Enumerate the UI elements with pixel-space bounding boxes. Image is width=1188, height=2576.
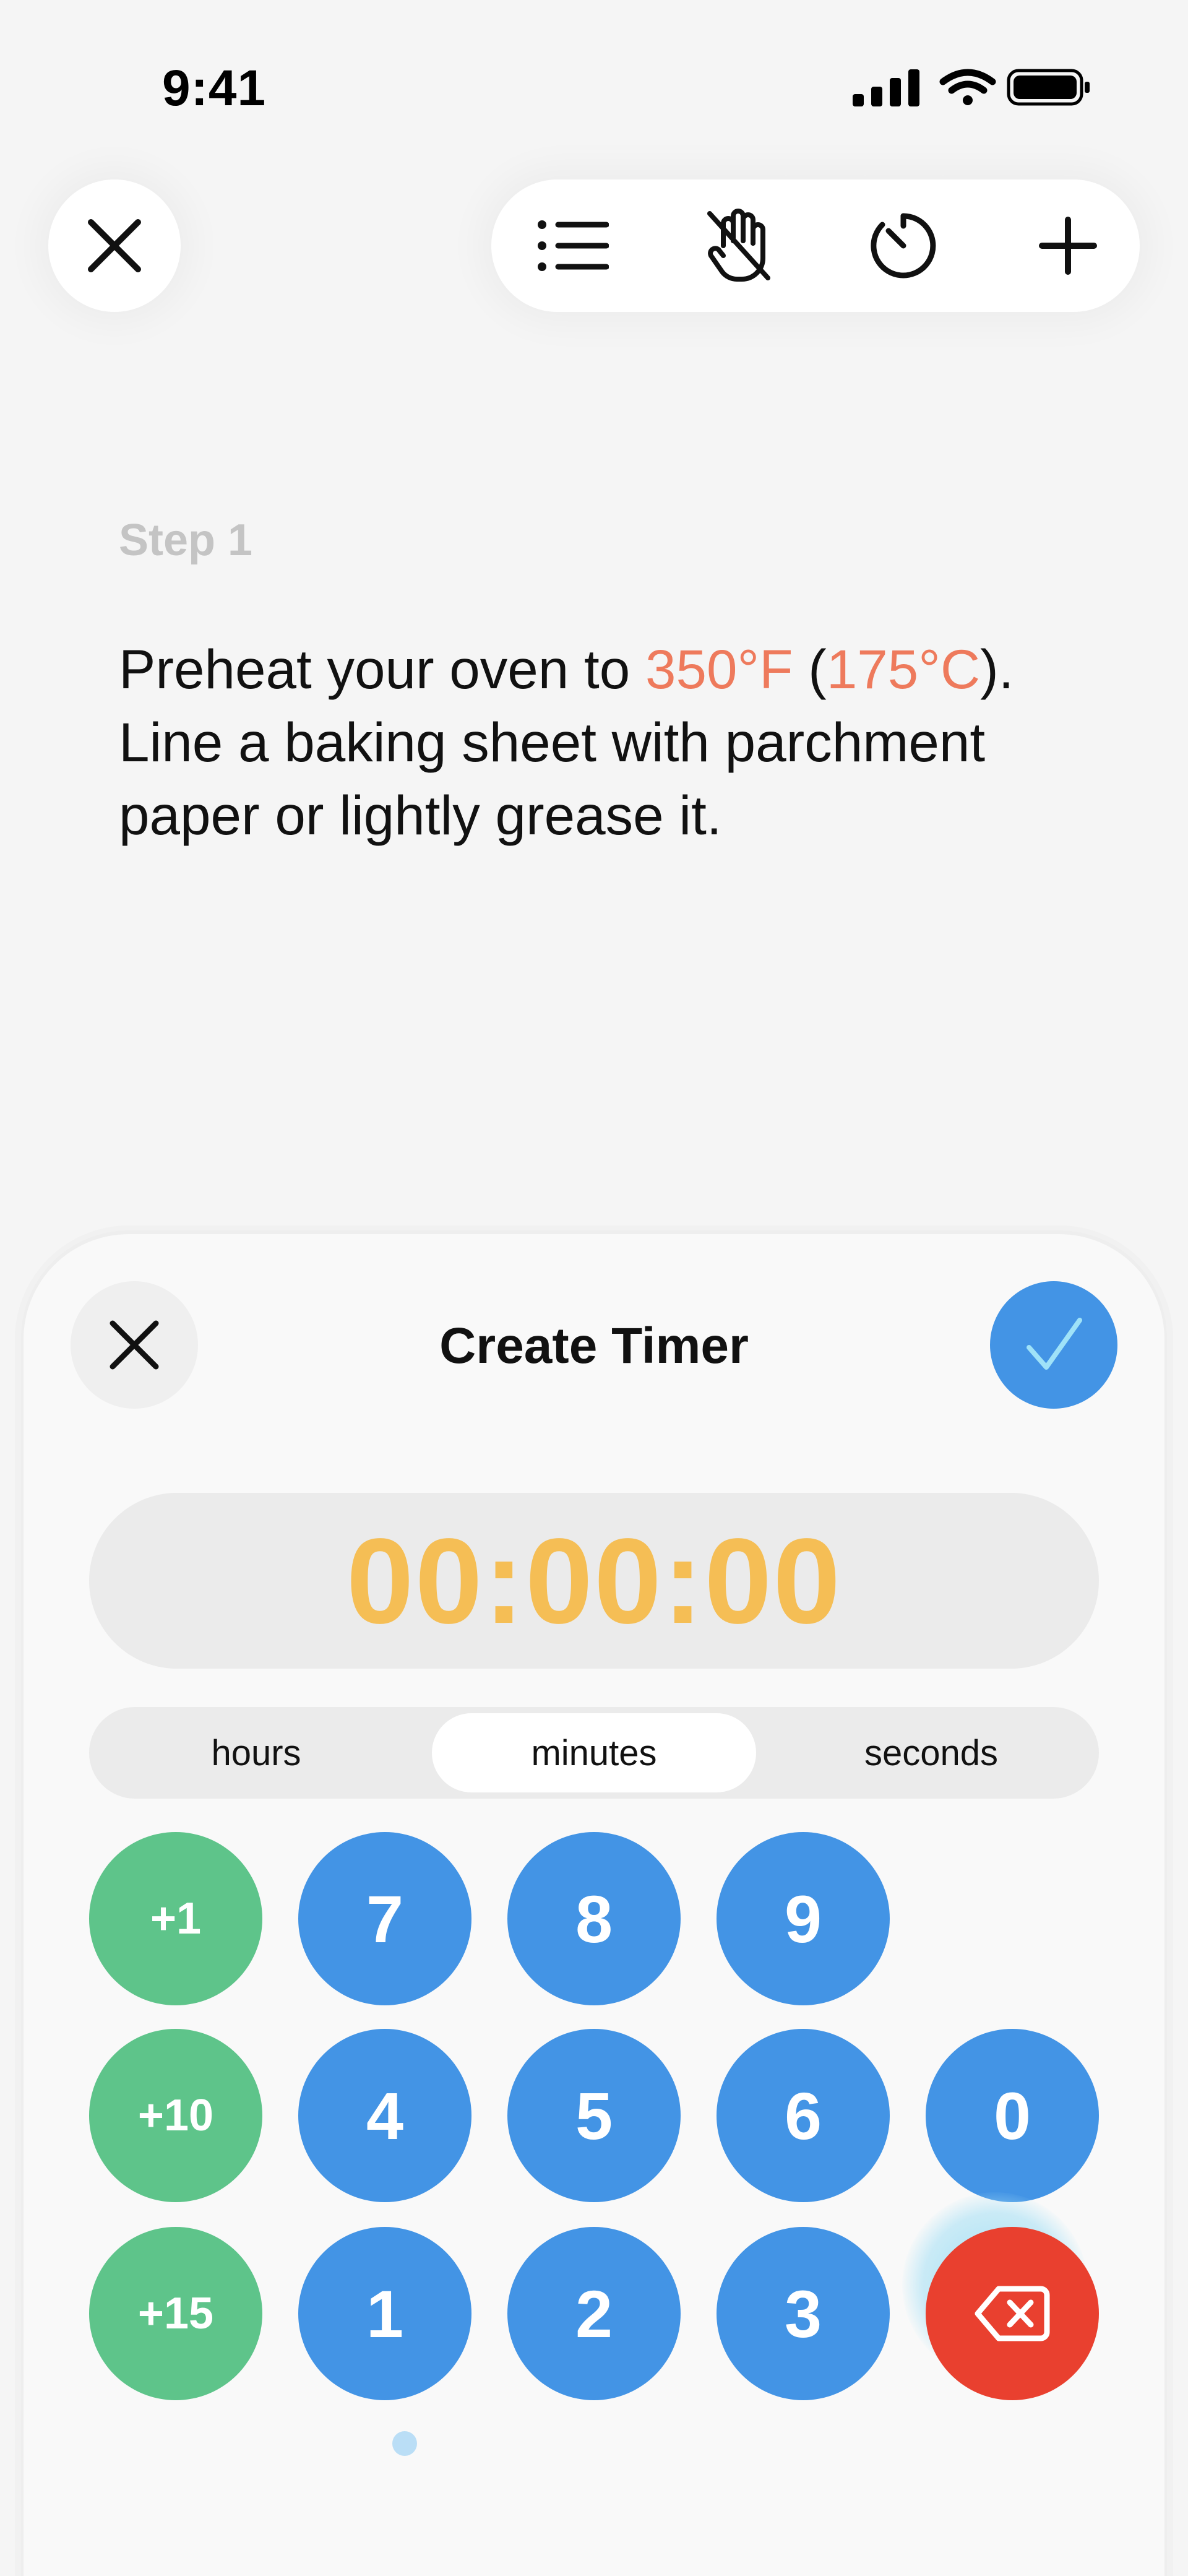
checkmark-icon: [1027, 1318, 1082, 1370]
unit-minutes[interactable]: minutes: [432, 1713, 756, 1792]
increment-1-button[interactable]: +1: [89, 1832, 262, 2005]
key-4-button[interactable]: 4: [298, 2029, 471, 2202]
battery-icon: [1007, 69, 1090, 106]
key-7-button[interactable]: 7: [298, 1832, 471, 2005]
confirm-button[interactable]: [990, 1281, 1117, 1409]
close-button[interactable]: [48, 179, 181, 312]
key-1-button[interactable]: 1: [298, 2227, 471, 2400]
close-icon: [88, 219, 141, 272]
key-8-button[interactable]: 8: [507, 1832, 681, 2005]
key-5-button[interactable]: 5: [507, 2029, 681, 2202]
hand-off-icon: [707, 209, 770, 282]
status-time: 9:41: [162, 60, 267, 116]
wifi-icon: [939, 69, 996, 105]
timer-display: 00:00:00: [89, 1493, 1099, 1669]
backspace-icon: [975, 2286, 1050, 2341]
step-text-part: (: [793, 638, 827, 700]
key-3-button[interactable]: 3: [717, 2227, 890, 2400]
delete-button[interactable]: [926, 2227, 1099, 2400]
timer-digits: 00:00:00: [346, 1513, 842, 1649]
signal-icon: [853, 69, 919, 106]
list-icon: [538, 220, 609, 271]
top-toolbar: [491, 179, 1140, 312]
unit-seconds[interactable]: seconds: [770, 1713, 1093, 1792]
key-9-button[interactable]: 9: [717, 1832, 890, 2005]
steps-list-button[interactable]: [511, 179, 635, 312]
status-icons: [850, 68, 1091, 106]
key-0-button[interactable]: 0: [926, 2029, 1099, 2202]
hands-free-button[interactable]: [677, 179, 801, 312]
increment-10-button[interactable]: +10: [89, 2029, 262, 2202]
add-button[interactable]: [1006, 179, 1130, 312]
step-label: Step 1: [119, 516, 253, 565]
timer-button[interactable]: [842, 179, 965, 312]
step-text-part: Preheat your oven to: [119, 638, 645, 700]
step-instructions: Preheat your oven to 350°F (175°C). Line…: [119, 633, 1109, 852]
create-timer-sheet: Create Timer 00:00:00 hours minutes seco…: [24, 1234, 1164, 2576]
plus-icon: [1039, 217, 1097, 275]
screen: 9:41 Step 1 Preheat your oven to 350°F (…: [0, 0, 1188, 2576]
temperature-celsius: 175°C: [826, 638, 981, 700]
increment-15-button[interactable]: +15: [89, 2227, 262, 2400]
status-icons-graphic: [853, 69, 1090, 106]
key-2-button[interactable]: 2: [507, 2227, 681, 2400]
timer-icon: [871, 213, 936, 279]
unit-hours[interactable]: hours: [95, 1713, 417, 1792]
temperature-fahrenheit: 350°F: [645, 638, 793, 700]
key-6-button[interactable]: 6: [717, 2029, 890, 2202]
touch-indicator-dot: [392, 2431, 417, 2456]
unit-segmented-control: hours minutes seconds: [89, 1707, 1099, 1799]
